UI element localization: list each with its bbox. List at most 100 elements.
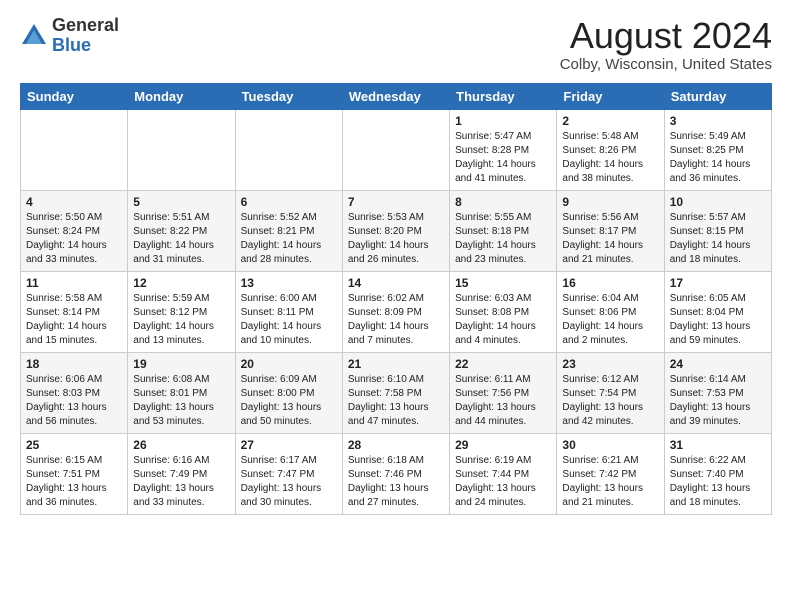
calendar-cell: 21 Sunrise: 6:10 AMSunset: 7:58 PMDayligh… [342,352,449,433]
day-info: Sunrise: 5:56 AMSunset: 8:17 PMDaylight:… [562,211,658,267]
day-info: Sunrise: 6:00 AMSunset: 8:11 PMDaylight:… [241,292,337,348]
month-year-title: August 2024 [560,16,772,56]
page: General Blue August 2024 Colby, Wisconsi… [0,0,792,531]
calendar-cell: 28 Sunrise: 6:18 AMSunset: 7:46 PMDayligh… [342,433,449,514]
week-row-3: 11 Sunrise: 5:58 AMSunset: 8:14 PMDayligh… [21,271,772,352]
day-number: 12 [133,276,229,290]
calendar-cell: 6 Sunrise: 5:52 AMSunset: 8:21 PMDaylight… [235,190,342,271]
day-number: 14 [348,276,444,290]
calendar-cell: 3Sunrise: 5:49 AMSunset: 8:25 PMDaylight… [664,109,771,190]
day-info: Sunrise: 6:18 AMSunset: 7:46 PMDaylight:… [348,454,444,510]
day-number: 23 [562,357,658,371]
calendar-cell: 7 Sunrise: 5:53 AMSunset: 8:20 PMDaylight… [342,190,449,271]
day-number: 15 [455,276,551,290]
day-number: 26 [133,438,229,452]
week-row-5: 25 Sunrise: 6:15 AMSunset: 7:51 PMDayligh… [21,433,772,514]
calendar-cell: 14Sunrise: 6:02 AMSunset: 8:09 PMDayligh… [342,271,449,352]
logo: General Blue [20,16,119,56]
week-row-2: 4 Sunrise: 5:50 AMSunset: 8:24 PMDaylight… [21,190,772,271]
header: General Blue August 2024 Colby, Wisconsi… [20,16,772,73]
day-number: 19 [133,357,229,371]
day-info: Sunrise: 5:51 AMSunset: 8:22 PMDaylight:… [133,211,229,267]
calendar-cell: 29 Sunrise: 6:19 AMSunset: 7:44 PMDayligh… [450,433,557,514]
calendar-cell: 23 Sunrise: 6:12 AMSunset: 7:54 PMDayligh… [557,352,664,433]
calendar-cell: 15Sunrise: 6:03 AMSunset: 8:08 PMDayligh… [450,271,557,352]
calendar-cell [235,109,342,190]
day-number: 29 [455,438,551,452]
day-number: 17 [670,276,766,290]
location-subtitle: Colby, Wisconsin, United States [560,56,772,73]
day-number: 7 [348,195,444,209]
day-number: 31 [670,438,766,452]
calendar-cell: 30 Sunrise: 6:21 AMSunset: 7:42 PMDayligh… [557,433,664,514]
day-number: 6 [241,195,337,209]
day-info: Sunrise: 5:58 AMSunset: 8:14 PMDaylight:… [26,292,122,348]
calendar-cell: 13 Sunrise: 6:00 AMSunset: 8:11 PMDayligh… [235,271,342,352]
day-number: 9 [562,195,658,209]
day-number: 16 [562,276,658,290]
weekday-header-row: SundayMondayTuesdayWednesdayThursdayFrid… [21,83,772,109]
calendar-cell: 11 Sunrise: 5:58 AMSunset: 8:14 PMDayligh… [21,271,128,352]
calendar-cell [21,109,128,190]
day-info: Sunrise: 6:04 AMSunset: 8:06 PMDaylight:… [562,292,658,348]
day-info: Sunrise: 6:05 AMSunset: 8:04 PMDaylight:… [670,292,766,348]
day-number: 10 [670,195,766,209]
day-number: 22 [455,357,551,371]
day-info: Sunrise: 6:06 AMSunset: 8:03 PMDaylight:… [26,373,122,429]
day-number: 24 [670,357,766,371]
day-info: Sunrise: 6:14 AMSunset: 7:53 PMDaylight:… [670,373,766,429]
day-number: 21 [348,357,444,371]
day-number: 30 [562,438,658,452]
calendar-cell [342,109,449,190]
logo-general-text: General [52,16,119,36]
calendar-cell: 2Sunrise: 5:48 AMSunset: 8:26 PMDaylight… [557,109,664,190]
day-number: 1 [455,114,551,128]
day-info: Sunrise: 5:47 AMSunset: 8:28 PMDaylight:… [455,130,551,186]
title-block: August 2024 Colby, Wisconsin, United Sta… [560,16,772,73]
calendar: SundayMondayTuesdayWednesdayThursdayFrid… [20,83,772,515]
logo-text: General Blue [52,16,119,56]
weekday-header-friday: Friday [557,83,664,109]
day-number: 4 [26,195,122,209]
day-number: 13 [241,276,337,290]
calendar-cell: 16 Sunrise: 6:04 AMSunset: 8:06 PMDayligh… [557,271,664,352]
day-number: 27 [241,438,337,452]
weekday-header-tuesday: Tuesday [235,83,342,109]
weekday-header-saturday: Saturday [664,83,771,109]
day-info: Sunrise: 6:17 AMSunset: 7:47 PMDaylight:… [241,454,337,510]
day-info: Sunrise: 5:53 AMSunset: 8:20 PMDaylight:… [348,211,444,267]
day-number: 20 [241,357,337,371]
day-info: Sunrise: 6:10 AMSunset: 7:58 PMDaylight:… [348,373,444,429]
calendar-cell: 20Sunrise: 6:09 AMSunset: 8:00 PMDayligh… [235,352,342,433]
day-info: Sunrise: 6:15 AMSunset: 7:51 PMDaylight:… [26,454,122,510]
calendar-cell: 9 Sunrise: 5:56 AMSunset: 8:17 PMDaylight… [557,190,664,271]
calendar-cell: 12 Sunrise: 5:59 AMSunset: 8:12 PMDayligh… [128,271,235,352]
calendar-cell: 27 Sunrise: 6:17 AMSunset: 7:47 PMDayligh… [235,433,342,514]
day-number: 28 [348,438,444,452]
day-number: 3 [670,114,766,128]
day-number: 18 [26,357,122,371]
day-info: Sunrise: 5:55 AMSunset: 8:18 PMDaylight:… [455,211,551,267]
day-number: 8 [455,195,551,209]
day-info: Sunrise: 6:19 AMSunset: 7:44 PMDaylight:… [455,454,551,510]
day-info: Sunrise: 6:21 AMSunset: 7:42 PMDaylight:… [562,454,658,510]
calendar-cell [128,109,235,190]
day-number: 25 [26,438,122,452]
day-info: Sunrise: 5:50 AMSunset: 8:24 PMDaylight:… [26,211,122,267]
day-info: Sunrise: 5:59 AMSunset: 8:12 PMDaylight:… [133,292,229,348]
day-info: Sunrise: 6:12 AMSunset: 7:54 PMDaylight:… [562,373,658,429]
calendar-cell: 22Sunrise: 6:11 AMSunset: 7:56 PMDayligh… [450,352,557,433]
weekday-header-thursday: Thursday [450,83,557,109]
weekday-header-sunday: Sunday [21,83,128,109]
calendar-cell: 1 Sunrise: 5:47 AMSunset: 8:28 PMDaylight… [450,109,557,190]
day-info: Sunrise: 5:52 AMSunset: 8:21 PMDaylight:… [241,211,337,267]
calendar-cell: 24 Sunrise: 6:14 AMSunset: 7:53 PMDayligh… [664,352,771,433]
week-row-4: 18 Sunrise: 6:06 AMSunset: 8:03 PMDayligh… [21,352,772,433]
day-info: Sunrise: 6:08 AMSunset: 8:01 PMDaylight:… [133,373,229,429]
day-number: 5 [133,195,229,209]
calendar-cell: 10Sunrise: 5:57 AMSunset: 8:15 PMDayligh… [664,190,771,271]
day-number: 11 [26,276,122,290]
day-info: Sunrise: 6:16 AMSunset: 7:49 PMDaylight:… [133,454,229,510]
calendar-cell: 25 Sunrise: 6:15 AMSunset: 7:51 PMDayligh… [21,433,128,514]
calendar-cell: 18 Sunrise: 6:06 AMSunset: 8:03 PMDayligh… [21,352,128,433]
